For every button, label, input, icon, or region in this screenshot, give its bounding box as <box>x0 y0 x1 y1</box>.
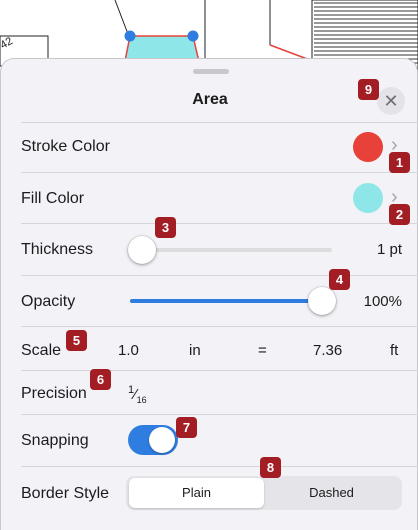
annotation-badge: 2 <box>389 204 410 225</box>
close-button[interactable]: ✕ <box>377 87 405 115</box>
stroke-color-label: Stroke Color <box>21 138 110 155</box>
opacity-value: 100% <box>363 293 402 310</box>
opacity-slider-track[interactable] <box>130 299 332 303</box>
scale-right-unit[interactable]: ft <box>390 342 398 359</box>
close-icon: ✕ <box>383 91 399 111</box>
scale-left-unit[interactable]: in <box>189 342 201 359</box>
border-style-dashed-option[interactable]: Dashed <box>264 478 399 508</box>
annotation-badge: 7 <box>176 417 197 438</box>
fill-color-row[interactable]: Fill Color › <box>0 172 418 223</box>
fill-color-swatch[interactable] <box>353 183 383 213</box>
opacity-label: Opacity <box>21 293 76 310</box>
thickness-label: Thickness <box>21 241 94 258</box>
precision-value[interactable]: 1⁄16 <box>128 384 147 405</box>
snapping-toggle[interactable] <box>128 425 178 455</box>
opacity-slider-fill <box>130 299 332 303</box>
precision-label: Precision <box>21 385 87 402</box>
selection-handle[interactable] <box>187 30 199 42</box>
border-style-label: Border Style <box>21 485 110 502</box>
scale-equals: = <box>258 342 267 359</box>
annotation-badge: 5 <box>66 330 87 351</box>
annotation-badge: 1 <box>389 152 410 173</box>
annotation-badge: 6 <box>90 369 111 390</box>
border-style-plain-option[interactable]: Plain <box>129 478 264 508</box>
precision-row[interactable]: Precision 1⁄16 <box>0 370 418 414</box>
annotation-badge: 3 <box>155 217 176 238</box>
thickness-value: 1 pt <box>376 241 402 258</box>
thickness-slider-thumb[interactable] <box>128 236 156 264</box>
snapping-row: Snapping <box>0 414 418 466</box>
selection-handle[interactable] <box>124 30 136 42</box>
opacity-slider-thumb[interactable] <box>308 287 336 315</box>
screen: 4 2 Area ✕ Stroke Color › Fill Color › Th… <box>0 0 418 530</box>
toggle-knob <box>149 427 175 453</box>
stroke-color-swatch[interactable] <box>353 132 383 162</box>
stroke-color-row[interactable]: Stroke Color › <box>0 122 418 172</box>
thickness-row: Thickness 1 pt <box>0 223 418 275</box>
scale-label: Scale <box>21 342 62 359</box>
annotation-badge: 8 <box>260 457 281 478</box>
annotation-badge: 4 <box>329 269 350 290</box>
panel-title: Area <box>192 91 228 108</box>
snapping-label: Snapping <box>21 432 89 449</box>
opacity-row: Opacity 100% <box>0 275 418 326</box>
scale-right-value[interactable]: 7.36 <box>313 342 342 359</box>
scale-row: Scale 1.0 in = 7.36 ft <box>0 326 418 370</box>
thickness-slider-track[interactable] <box>130 248 332 252</box>
panel-grabber[interactable] <box>193 69 229 74</box>
scale-left-value[interactable]: 1.0 <box>118 342 139 359</box>
border-style-segmented-control: Plain Dashed <box>126 476 402 510</box>
fill-color-label: Fill Color <box>21 190 85 207</box>
annotation-badge: 9 <box>358 79 379 100</box>
